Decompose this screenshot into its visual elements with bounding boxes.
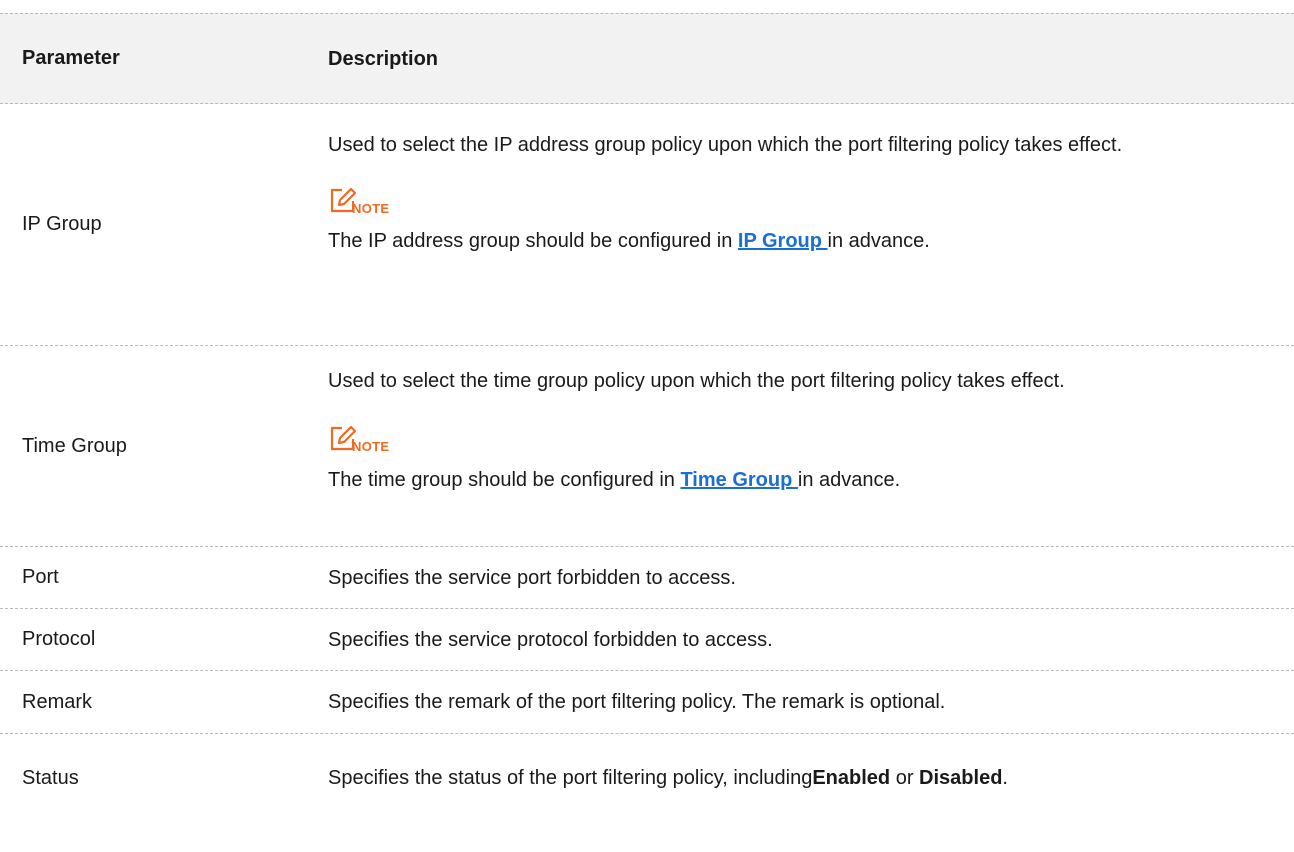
- table-header-row: Parameter Description: [0, 13, 1294, 104]
- table-row-protocol: Protocol Specifies the service protocol …: [0, 609, 1294, 671]
- option-disabled: Disabled: [919, 767, 1003, 789]
- ip-group-link[interactable]: IP Group: [738, 230, 828, 252]
- time-group-link[interactable]: Time Group: [680, 469, 797, 491]
- note-time-group: NOTE: [328, 419, 1286, 453]
- note-label: NOTE: [352, 439, 390, 454]
- param-status: Status: [22, 766, 79, 789]
- param-protocol: Protocol: [22, 628, 96, 650]
- header-parameter: Parameter: [22, 47, 120, 69]
- table-row-remark: Remark Specifies the remark of the port …: [0, 671, 1294, 734]
- note-label: NOTE: [352, 201, 390, 216]
- desc-ip-group: Used to select the IP address group poli…: [328, 104, 1294, 345]
- desc-port: Specifies the service port forbidden to …: [328, 566, 736, 589]
- desc-remark: Specifies the remark of the port filteri…: [328, 691, 946, 713]
- note-text-end: in advance.: [797, 469, 901, 491]
- status-desc-or: or: [890, 767, 920, 789]
- parameter-table: Parameter Description IP Group Used to s…: [0, 13, 1294, 822]
- note-text: The time group should be configured in: [328, 469, 681, 491]
- desc-ip-group-text: Used to select the IP address group poli…: [328, 134, 1123, 156]
- table-row-ip-group: IP Group Used to select the IP address g…: [0, 104, 1294, 346]
- param-time-group: Time Group: [22, 434, 127, 457]
- note-ip-group: NOTE: [328, 181, 1286, 215]
- table-row-status: Status Specifies the status of the port …: [0, 734, 1294, 822]
- param-ip-group: IP Group: [22, 213, 102, 235]
- note-text-time-group: The time group should be configured in T…: [328, 464, 1286, 496]
- desc-time-group: Used to select the time group policy upo…: [328, 346, 1294, 546]
- note-text-ip-group: The IP address group should be configure…: [328, 225, 1286, 257]
- table-row-time-group: Time Group Used to select the time group…: [0, 346, 1294, 547]
- status-desc-end: .: [1002, 767, 1008, 789]
- note-text: The IP address group should be configure…: [328, 230, 738, 252]
- desc-protocol: Specifies the service protocol forbidden…: [328, 628, 773, 651]
- desc-status: Specifies the status of the port filteri…: [328, 734, 1294, 822]
- header-description: Description: [328, 47, 439, 70]
- option-enabled: Enabled: [812, 767, 891, 789]
- param-remark: Remark: [22, 690, 93, 713]
- desc-time-group-text: Used to select the time group policy upo…: [328, 370, 1065, 392]
- status-desc-text: Specifies the status of the port filteri…: [328, 767, 813, 789]
- table-row-port: Port Specifies the service port forbidde…: [0, 547, 1294, 609]
- param-port: Port: [22, 566, 59, 588]
- note-text-end: in advance.: [827, 230, 930, 252]
